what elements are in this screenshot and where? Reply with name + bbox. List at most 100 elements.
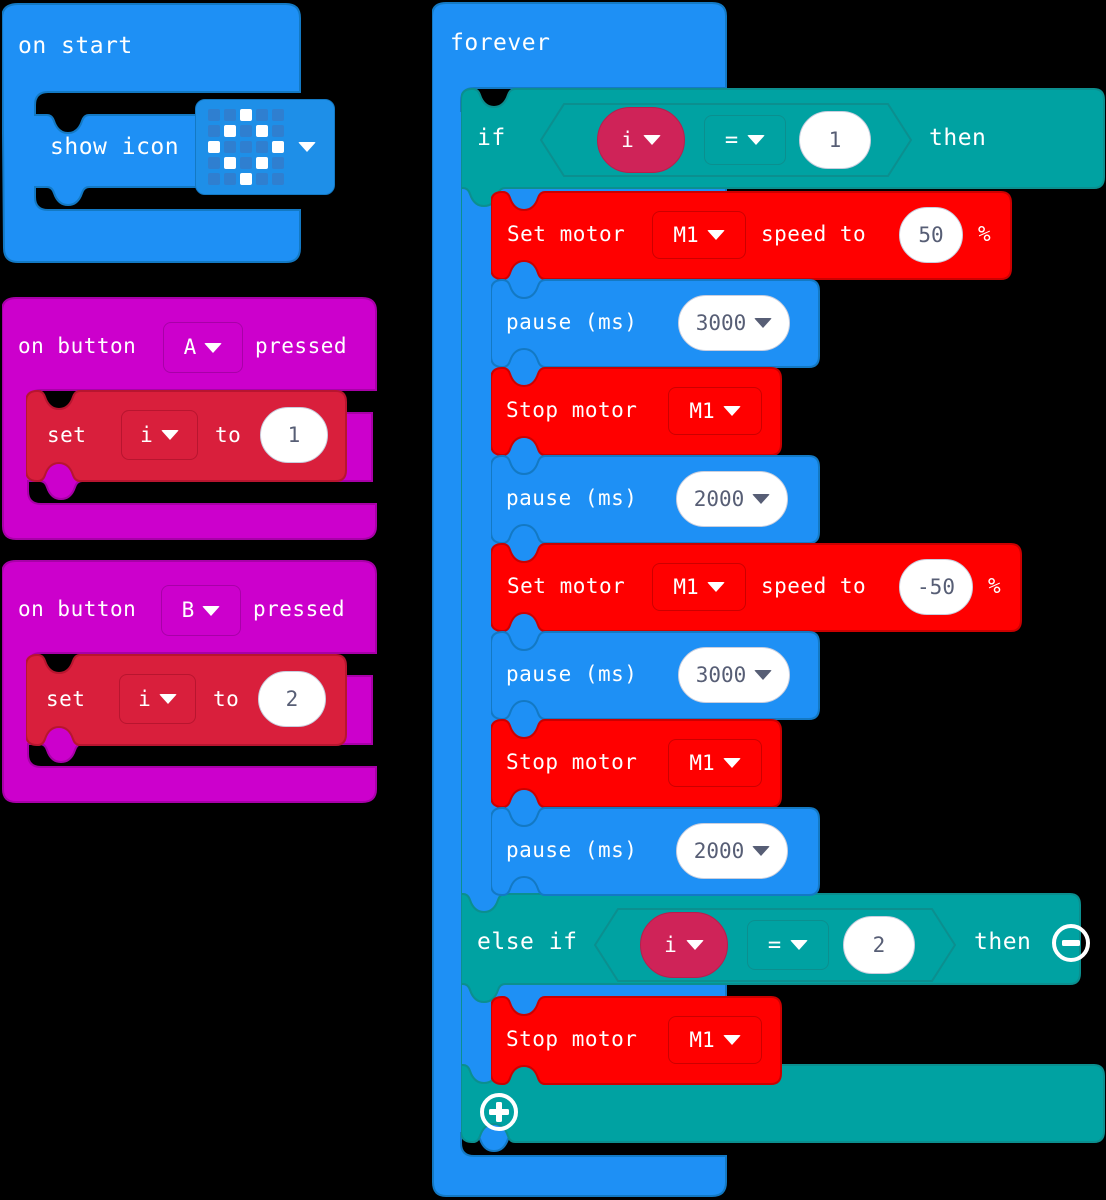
led-4-2[interactable]: [240, 173, 252, 185]
set-i-1-variable-dropdown[interactable]: i: [121, 410, 198, 460]
else-if-label: else if: [477, 929, 578, 955]
chevron-down-icon: [747, 135, 766, 145]
led-3-2[interactable]: [240, 157, 252, 169]
pause-1-value: 3000: [695, 311, 747, 335]
led-3-1[interactable]: [224, 157, 236, 169]
pause-3-value-field[interactable]: 3000: [678, 647, 790, 703]
led-4-4[interactable]: [272, 173, 284, 185]
button-b-dropdown[interactable]: B: [161, 585, 241, 636]
stop-motor-3-label: Stop motor: [506, 1027, 638, 1051]
led-1-0[interactable]: [208, 125, 220, 137]
led-matrix: [208, 109, 284, 185]
chevron-down-icon[interactable]: [298, 142, 316, 152]
on-button-b-label-before: on button: [18, 597, 137, 621]
led-0-0[interactable]: [208, 109, 220, 121]
variable-name: i: [140, 422, 153, 447]
led-1-1[interactable]: [224, 125, 236, 137]
set-motor-1-label: Set motor: [507, 222, 626, 246]
set-motor-1-speed-label: speed to: [761, 222, 867, 246]
set-motor-2-speed-label: speed to: [761, 574, 867, 598]
on-button-a-label-after: pressed: [255, 334, 348, 358]
led-3-3[interactable]: [256, 157, 268, 169]
pause-2-value-field[interactable]: 2000: [676, 471, 788, 527]
variable-name: i: [621, 128, 634, 152]
led-1-4[interactable]: [272, 125, 284, 137]
pause-2-value: 2000: [693, 487, 745, 511]
set-motor-2-motor-dropdown[interactable]: M1: [652, 563, 746, 611]
set-motor-1-unit: %: [978, 222, 992, 246]
led-3-4[interactable]: [272, 157, 284, 169]
pause-4-value: 2000: [693, 839, 745, 863]
led-2-0[interactable]: [208, 141, 220, 153]
led-2-1[interactable]: [224, 141, 236, 153]
led-2-3[interactable]: [256, 141, 268, 153]
led-4-0[interactable]: [208, 173, 220, 185]
set-i-2-to-label: to: [213, 687, 240, 711]
chevron-down-icon: [722, 1035, 741, 1045]
set-motor-1-motor-dropdown[interactable]: M1: [652, 211, 746, 259]
icon-matrix-field[interactable]: [195, 99, 335, 195]
led-4-3[interactable]: [256, 173, 268, 185]
set-motor-2-speed-value[interactable]: -50: [899, 559, 973, 615]
else-if-comparison-operator[interactable]: =: [747, 920, 829, 970]
chevron-down-icon: [685, 940, 704, 950]
led-2-2[interactable]: [240, 141, 252, 153]
pause-2-label: pause (ms): [506, 486, 638, 510]
stop-motor-2-label: Stop motor: [506, 750, 638, 774]
chevron-down-icon: [706, 582, 725, 592]
pause-1-value-field[interactable]: 3000: [678, 295, 790, 351]
minus-icon[interactable]: [1051, 923, 1091, 963]
led-1-3[interactable]: [256, 125, 268, 137]
if-label: if: [477, 125, 506, 151]
forever-label: forever: [450, 30, 551, 56]
set-i-2-value[interactable]: 2: [258, 671, 326, 727]
if-condition-value[interactable]: 1: [799, 111, 871, 169]
blocks-workspace: on start show icon on button A pressed s…: [0, 0, 1106, 1200]
led-4-1[interactable]: [224, 173, 236, 185]
led-0-2[interactable]: [240, 109, 252, 121]
chevron-down-icon: [752, 494, 771, 504]
chevron-down-icon: [204, 342, 223, 353]
chevron-down-icon: [790, 940, 809, 950]
show-icon-label: show icon: [50, 134, 180, 160]
led-2-4[interactable]: [272, 141, 284, 153]
set-i-1-value[interactable]: 1: [260, 407, 328, 463]
chevron-down-icon: [158, 694, 177, 704]
else-if-condition-variable[interactable]: i: [640, 912, 728, 978]
stop-motor-3-dropdown[interactable]: M1: [668, 1016, 762, 1064]
led-1-2[interactable]: [240, 125, 252, 137]
if-condition-variable[interactable]: i: [597, 107, 685, 173]
operator-value: =: [724, 127, 739, 153]
button-a-value: A: [183, 335, 197, 359]
chevron-down-icon: [722, 758, 741, 768]
stop-motor-2-dropdown[interactable]: M1: [668, 739, 762, 787]
motor-value: M1: [673, 574, 699, 599]
if-comparison-operator[interactable]: =: [704, 115, 786, 165]
else-if-condition-value[interactable]: 2: [843, 916, 915, 974]
on-start-label: on start: [18, 33, 133, 59]
chevron-down-icon: [752, 846, 771, 856]
button-b-value: B: [181, 598, 195, 622]
else-if-then-label: then: [974, 929, 1032, 955]
led-0-4[interactable]: [272, 109, 284, 121]
operator-value: =: [767, 932, 782, 958]
led-0-3[interactable]: [256, 109, 268, 121]
set-i-2-variable-dropdown[interactable]: i: [119, 674, 196, 724]
set-motor-2-unit: %: [988, 574, 1002, 598]
set-i-1-to-label: to: [215, 423, 242, 447]
chevron-down-icon: [160, 430, 179, 440]
pause-4-value-field[interactable]: 2000: [676, 823, 788, 879]
stop-motor-1-dropdown[interactable]: M1: [668, 387, 762, 435]
led-3-0[interactable]: [208, 157, 220, 169]
set-motor-1-speed-value[interactable]: 50: [899, 207, 963, 263]
button-a-dropdown[interactable]: A: [163, 322, 243, 373]
chevron-down-icon: [722, 406, 741, 416]
pause-3-label: pause (ms): [506, 662, 638, 686]
chevron-down-icon: [642, 135, 661, 145]
chevron-down-icon: [754, 670, 773, 680]
plus-icon[interactable]: [479, 1092, 519, 1132]
pause-3-value: 3000: [695, 663, 747, 687]
led-0-1[interactable]: [224, 109, 236, 121]
chevron-down-icon: [754, 318, 773, 328]
pause-1-label: pause (ms): [506, 310, 638, 334]
